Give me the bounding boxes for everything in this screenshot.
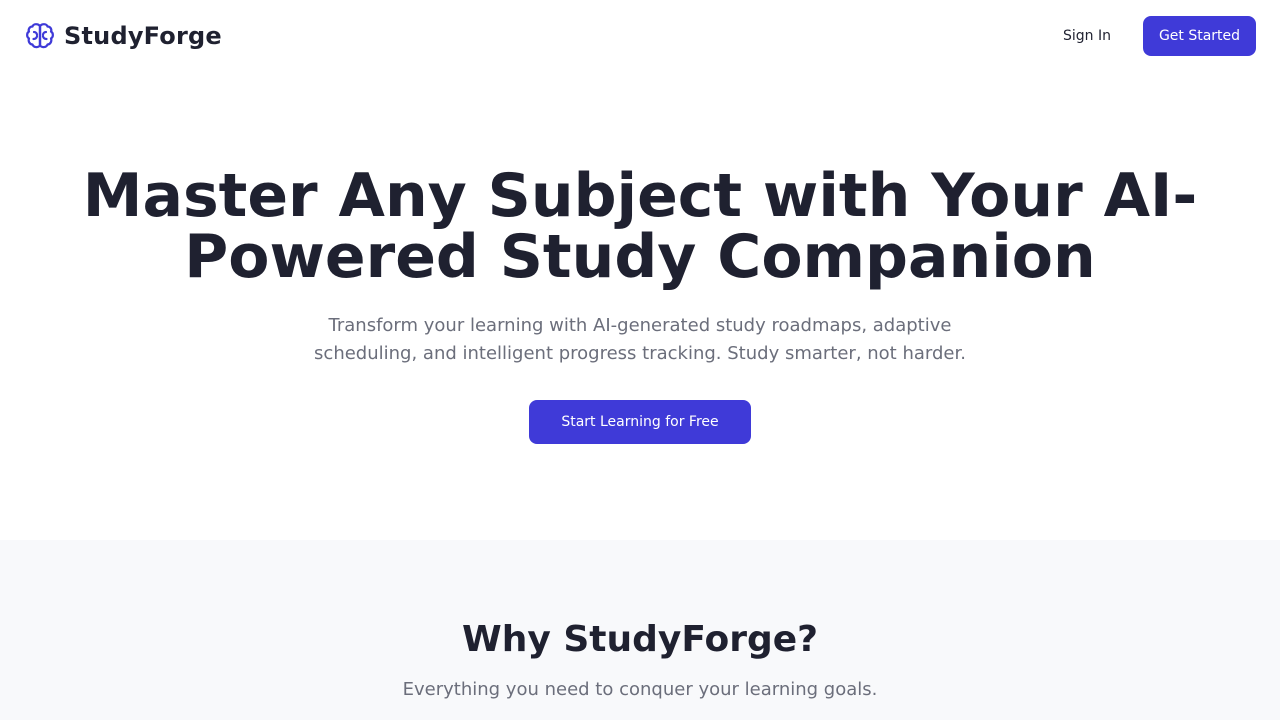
sign-in-link[interactable]: Sign In [1047, 18, 1127, 54]
start-learning-button[interactable]: Start Learning for Free [529, 400, 751, 444]
features-section: Why StudyForge? Everything you need to c… [0, 540, 1280, 720]
hero-subtitle: Transform your learning with AI-generate… [314, 315, 966, 364]
brain-icon [24, 20, 56, 52]
features-title: Why StudyForge? [461, 619, 819, 660]
brand-name: StudyForge [64, 22, 222, 50]
hero-section: Master Any Subject with Your AI-Powered … [0, 72, 1280, 540]
features-subtitle: Everything you need to conquer your lear… [402, 679, 878, 700]
brand-logo-link[interactable]: StudyForge [24, 20, 222, 52]
get-started-button[interactable]: Get Started [1143, 16, 1256, 56]
hero-title: Master Any Subject with Your AI-Powered … [82, 161, 1198, 292]
nav-actions: Sign In Get Started [1047, 16, 1256, 56]
top-navbar: StudyForge Sign In Get Started [0, 0, 1280, 72]
